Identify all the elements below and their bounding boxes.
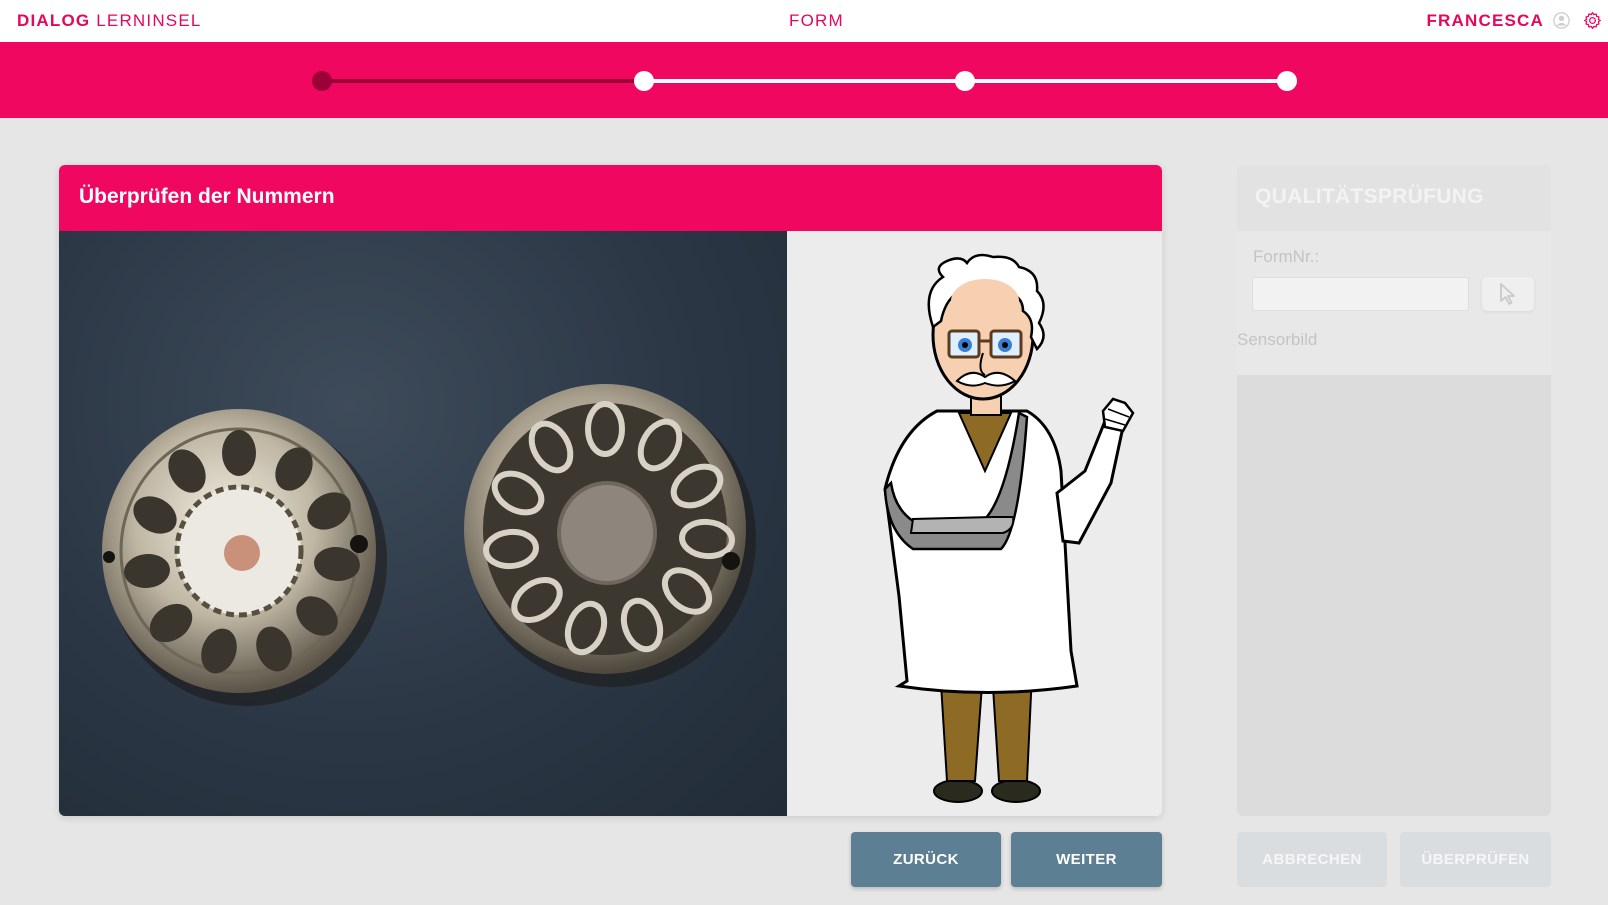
sensor-image-alt: Sensorbild [1237,330,1318,349]
progress-step-3[interactable] [955,71,975,91]
main-card: Überprüfen der Nummern [59,165,1162,816]
quality-panel-title: QUALITÄTSPRÜFUNG [1255,185,1484,208]
mold-photo-image [102,384,756,706]
back-button[interactable]: ZURÜCK [851,832,1001,887]
top-bar: DIALOG LERNINSEL FORM FRANCESCA [0,0,1608,42]
gear-icon[interactable] [1583,11,1602,30]
mold-photo [59,231,787,816]
cancel-button[interactable]: ABBRECHEN [1237,832,1387,887]
quality-panel-header: QUALITÄTSPRÜFUNG [1237,165,1551,231]
next-button[interactable]: WEITER [1011,832,1162,887]
sensor-image-area [1237,375,1551,816]
professor-image [883,253,1135,803]
form-nr-label: FormNr.: [1253,247,1320,266]
progress-step-1[interactable] [312,71,332,91]
user-name[interactable]: FRANCESCA [1426,11,1544,31]
progress-step-4[interactable] [1277,71,1297,91]
user-circle-icon[interactable] [1553,12,1570,29]
brand-light: LERNINSEL [96,11,202,30]
form-nr-input[interactable] [1252,277,1469,311]
progress-stepper [0,42,1608,118]
quality-panel: QUALITÄTSPRÜFUNG FormNr.: Sensorbild [1237,165,1551,816]
card-header: Überprüfen der Nummern [59,165,1162,231]
cursor-pointer-icon [1500,283,1515,305]
brand-bold: DIALOG [17,11,91,30]
progress-track-completed [322,79,644,83]
card-title: Überprüfen der Nummern [79,185,335,208]
check-button[interactable]: ÜBERPRÜFEN [1400,832,1551,887]
select-form-button[interactable] [1482,277,1534,311]
app-logo[interactable]: DIALOG LERNINSEL [17,11,202,31]
page-title: FORM [789,11,844,30]
progress-step-2[interactable] [634,71,654,91]
professor-illustration [787,231,1162,816]
